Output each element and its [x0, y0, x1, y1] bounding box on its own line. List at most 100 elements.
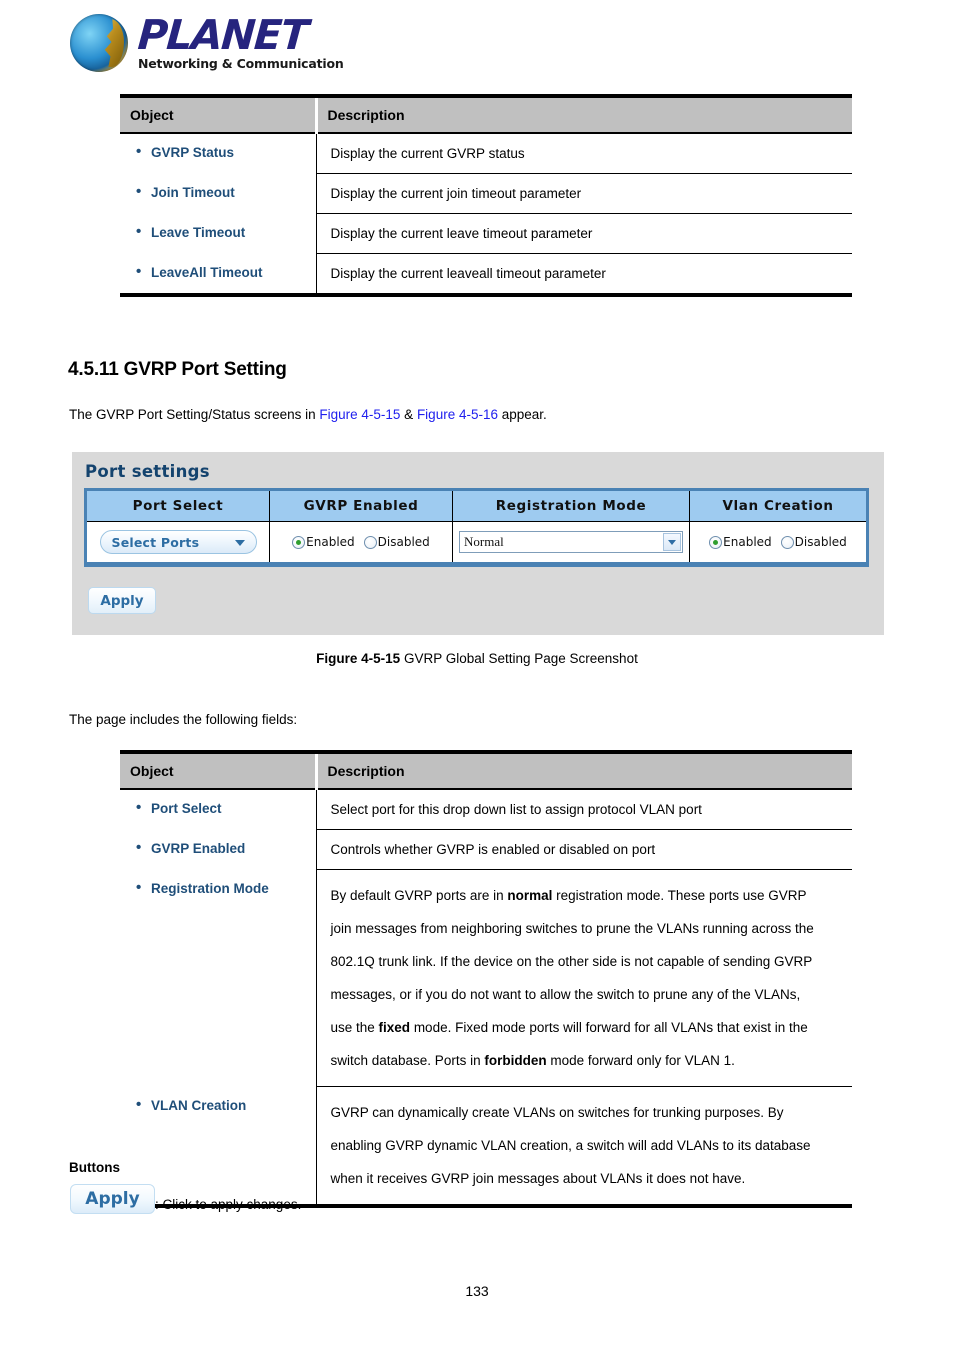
panel-title: Port settings — [85, 462, 210, 481]
description-cell: Display the current GVRP status — [316, 133, 852, 174]
page-number: 133 — [465, 1283, 489, 1299]
column-header-port-select: Port Select — [87, 491, 270, 521]
figure-link-4-5-15[interactable]: Figure 4-5-15 — [319, 407, 400, 422]
column-header-vlan-creation: Vlan Creation — [722, 498, 834, 514]
gvrp-enabled-radio-group: Enabled Disabled — [292, 535, 430, 549]
intro-suffix: appear. — [497, 407, 547, 422]
description-text: Select port for this drop down list to a… — [330, 802, 702, 817]
description-text: Controls whether GVRP is enabled or disa… — [330, 842, 656, 857]
figure-link-4-5-16[interactable]: Figure 4-5-16 — [417, 407, 498, 422]
gvrp-status-field-table: Object Description GVRP Status Display t… — [120, 94, 852, 297]
port-settings-table: Port Select GVRP Enabled Registration Mo… — [84, 488, 869, 567]
intro-amp: & — [400, 407, 417, 422]
object-label: LeaveAll Timeout — [136, 262, 316, 283]
description-line: GVRP can dynamically create VLANs on swi… — [330, 1105, 784, 1120]
description-line: 802.1Q trunk link. If the device on the … — [330, 954, 813, 969]
table-row: Join Timeout Display the current join ti… — [120, 173, 852, 214]
radio-label: Disabled — [377, 535, 430, 549]
page-title: 4.5.11 GVRP Port Setting — [68, 359, 287, 380]
vlan-creation-radio-disabled[interactable]: Disabled — [780, 535, 847, 549]
table-row: Leave Timeout Display the current leave … — [120, 213, 852, 254]
select-dropdown-button[interactable] — [663, 533, 681, 551]
chevron-down-icon — [234, 540, 245, 546]
planet-logo: PLANET Networking & Communication — [70, 11, 344, 72]
description-line: use the fixed mode. Fixed mode ports wil… — [330, 1020, 808, 1035]
apply-button-description: : Click to apply changes. — [155, 1197, 302, 1212]
object-cell: Leave Timeout — [120, 213, 317, 254]
planet-globe-icon — [70, 14, 128, 72]
column-header-description: Description — [316, 96, 852, 134]
table-row: GVRP Enabled Controls whether GVRP is en… — [120, 829, 852, 870]
gvrp-port-settings-screenshot: Port settings Port Select GVRP Enabled R… — [72, 452, 884, 635]
description-cell: GVRP can dynamically create VLANs on swi… — [316, 1087, 852, 1207]
column-header-object: Object — [120, 96, 318, 134]
chevron-down-icon — [668, 539, 676, 545]
document-page: PLANET Networking & Communication Object… — [0, 0, 954, 1350]
column-header-description: Description — [316, 752, 852, 790]
table-row: VLAN Creation GVRP can dynamically creat… — [120, 1086, 852, 1207]
registration-mode-select[interactable]: Normal — [459, 531, 683, 553]
description-text: Display the current leaveall timeout par… — [330, 266, 606, 281]
object-label: Port Select — [136, 798, 316, 819]
table-row: GVRP Status Display the current GVRP sta… — [120, 133, 852, 174]
object-cell: LeaveAll Timeout — [120, 253, 317, 295]
description-text: Display the current join timeout paramet… — [330, 186, 582, 201]
gvrp-enabled-radio-disabled[interactable]: Disabled — [363, 535, 430, 549]
table-row: Registration Mode By default GVRP ports … — [120, 869, 852, 1087]
table-row: Port Select Select port for this drop do… — [120, 789, 852, 830]
gvrp-enabled-cell: Enabled Disabled — [270, 522, 453, 562]
table-header-row: Object Description — [120, 96, 852, 134]
radio-label: Disabled — [794, 535, 847, 549]
object-cell: GVRP Enabled — [120, 829, 317, 870]
description-line: By default GVRP ports are in normal regi… — [330, 888, 807, 903]
description-line: enabling GVRP dynamic VLAN creation, a s… — [330, 1138, 811, 1153]
object-cell: GVRP Status — [120, 133, 317, 174]
description-cell: Select port for this drop down list to a… — [316, 789, 852, 830]
description-cell: Display the current join timeout paramet… — [316, 173, 852, 214]
vlan-creation-radio-enabled[interactable]: Enabled — [709, 535, 772, 549]
port-select-cell: Select Ports — [87, 522, 270, 562]
radio-selected-icon[interactable] — [292, 535, 306, 549]
gvrp-port-field-table: Object Description Port Select Select po… — [120, 750, 852, 1208]
description-cell: Display the current leave timeout parame… — [316, 213, 852, 254]
description-line: switch database. Ports in forbidden mode… — [330, 1053, 735, 1068]
select-ports-dropdown[interactable]: Select Ports — [99, 530, 257, 554]
figure-caption-text: GVRP Global Setting Page Screenshot — [400, 651, 638, 666]
description-line: join messages from neighboring switches … — [330, 921, 814, 936]
description-cell: Controls whether GVRP is enabled or disa… — [316, 829, 852, 870]
radio-selected-icon[interactable] — [709, 535, 723, 549]
table-row: LeaveAll Timeout Display the current lea… — [120, 253, 852, 296]
vlan-creation-radio-group: Enabled Disabled — [709, 535, 847, 549]
object-label: Join Timeout — [136, 182, 316, 203]
buttons-section-heading: Buttons — [69, 1160, 120, 1175]
apply-button[interactable]: Apply — [88, 587, 156, 614]
logo-brand-name: PLANET — [136, 11, 309, 59]
description-line: when it receives GVRP join messages abou… — [330, 1171, 746, 1186]
gvrp-enabled-radio-enabled[interactable]: Enabled — [292, 535, 355, 549]
fields-intro-paragraph: The page includes the following fields: — [69, 712, 298, 727]
object-cell: Join Timeout — [120, 173, 317, 214]
table-header-row: Object Description — [120, 752, 852, 790]
object-label: VLAN Creation — [136, 1095, 316, 1116]
object-label: Leave Timeout — [136, 222, 316, 243]
registration-mode-value: Normal — [464, 534, 504, 549]
port-settings-value-row: Select Ports Enabled Disabled Normal Ena… — [87, 522, 866, 562]
radio-unselected-icon[interactable] — [780, 535, 794, 549]
intro-prefix: The GVRP Port Setting/Status screens in — [69, 407, 320, 422]
description-cell: Display the current leaveall timeout par… — [316, 254, 852, 296]
vlan-creation-cell: Enabled Disabled — [690, 522, 866, 562]
description-text: Display the current leave timeout parame… — [330, 226, 593, 241]
intro-paragraph: The GVRP Port Setting/Status screens in … — [69, 405, 547, 425]
figure-number: Figure 4-5-15 — [316, 651, 401, 666]
figure-caption: Figure 4-5-15 GVRP Global Setting Page S… — [0, 651, 954, 666]
object-cell: Registration Mode — [120, 869, 317, 1087]
apply-button-sample[interactable]: Apply — [70, 1184, 155, 1214]
radio-label: Enabled — [306, 535, 355, 549]
column-header-registration-mode: Registration Mode — [453, 491, 690, 521]
object-cell: Port Select — [120, 789, 317, 830]
radio-unselected-icon[interactable] — [363, 535, 377, 549]
port-settings-header-row: Port Select GVRP Enabled Registration Mo… — [87, 491, 866, 522]
column-header-gvrp-enabled: GVRP Enabled — [270, 491, 453, 521]
column-header-object: Object — [120, 752, 318, 790]
description-line: messages, or if you do not want to allow… — [330, 987, 801, 1002]
